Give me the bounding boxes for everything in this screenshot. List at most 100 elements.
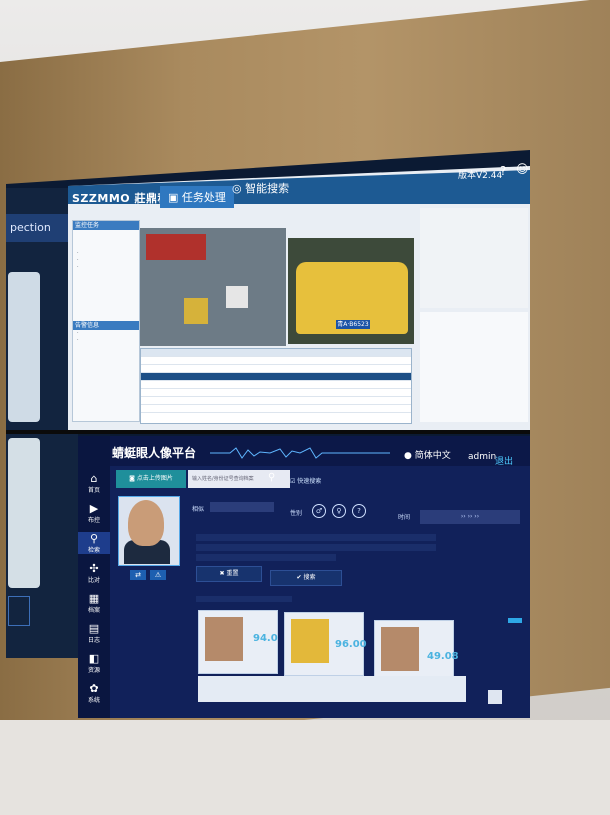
time-label: 时间 <box>398 514 411 521</box>
sidebar-item-label: 系统 <box>87 697 100 704</box>
license-plate: 青A·B6523 <box>336 320 370 329</box>
sidebar-item-log[interactable]: ▤ 日志 <box>78 622 110 644</box>
sidebar-item-label: 资源 <box>87 667 100 674</box>
play-icon: ▶ <box>89 502 99 515</box>
replace-image-button[interactable]: ⇄ <box>130 570 146 580</box>
list-item[interactable]: · <box>73 250 139 257</box>
upload-label: 点击上传图片 <box>136 475 173 482</box>
record-table <box>140 348 412 424</box>
logout-link[interactable]: 退出 <box>495 454 513 467</box>
user-icon[interactable]: ☺ <box>516 162 529 176</box>
tab-smart-search[interactable]: ◎ 智能搜索 <box>232 180 289 196</box>
similarity-score: 94.0 <box>253 633 278 644</box>
upload-image-button[interactable]: ◙ 点击上传图片 <box>116 470 186 488</box>
panel-toolbar <box>73 230 139 250</box>
search-icon: ⚲ <box>89 532 99 545</box>
home-icon: ⌂ <box>90 472 98 485</box>
result-face-photo <box>205 617 243 661</box>
wall-lower <box>0 720 610 815</box>
table-row[interactable] <box>141 405 411 413</box>
username: admin <box>468 452 497 462</box>
wave-decoration <box>210 447 390 459</box>
device-tree-panel <box>420 312 528 422</box>
compare-icon: ✣ <box>89 562 99 575</box>
table-row[interactable] <box>141 381 411 389</box>
monitor-task-panel: 监控任务 · · · 告警信息 · · <box>72 220 140 422</box>
screen-seam <box>6 430 530 434</box>
trash-icon[interactable] <box>488 690 502 704</box>
result-face-photo <box>381 627 419 671</box>
male-icon[interactable]: ♂ <box>312 504 326 518</box>
sidebar-item-control[interactable]: ▶ 布控 <box>78 502 110 524</box>
camera-feed-street[interactable] <box>140 228 286 346</box>
export-link[interactable] <box>508 618 522 623</box>
sidebar-item-resource[interactable]: ◧ 资源 <box>78 652 110 674</box>
result-face-photo <box>291 619 329 663</box>
filter-options <box>196 534 436 562</box>
left-screen-tab[interactable]: pection <box>6 214 70 242</box>
sidebar-item-search[interactable]: ⚲ 检索 <box>78 532 110 554</box>
reset-button[interactable]: ✖ 重置 <box>196 566 262 582</box>
fast-search-label: 快速搜索 <box>297 478 322 485</box>
sidebar-item-compare[interactable]: ✣ 比对 <box>78 562 110 584</box>
similarity-label: 相似 <box>192 506 205 513</box>
calendar-icon: ▣ <box>168 191 182 204</box>
result-summary <box>196 596 292 602</box>
sidebar-item-label: 首页 <box>87 487 100 494</box>
list-item[interactable]: · <box>73 264 139 271</box>
table-row[interactable] <box>141 397 411 405</box>
bus <box>146 234 206 260</box>
sidebar-item-archive[interactable]: ▦ 档案 <box>78 592 110 614</box>
result-card[interactable]: 49.08 <box>374 620 459 684</box>
grid-icon: ▦ <box>88 592 100 605</box>
filter-row[interactable] <box>196 544 436 551</box>
table-header <box>141 349 411 357</box>
globe-icon: ◎ <box>232 182 246 195</box>
result-card[interactable]: 94.0 <box>198 610 278 674</box>
filter-row[interactable] <box>196 534 436 541</box>
unknown-gender-icon[interactable]: ? <box>352 504 366 518</box>
tab-task-processing[interactable]: ▣ 任务处理 <box>160 186 234 208</box>
tab-label: 智能搜索 <box>245 182 290 195</box>
left-screen-button[interactable] <box>8 596 30 626</box>
filter-panel <box>420 208 528 308</box>
sidebar-item-home[interactable]: ⌂ 首页 <box>78 472 110 494</box>
filter-row[interactable] <box>196 554 336 561</box>
gear-icon: ✿ <box>89 682 99 695</box>
result-card-row-2[interactable] <box>198 676 466 702</box>
table-row[interactable] <box>141 357 411 365</box>
platform-title: 蜻蜓眼人像平台 <box>112 446 197 460</box>
similarity-range-input[interactable] <box>210 502 274 512</box>
sidebar-item-label: 布控 <box>87 517 100 524</box>
similarity-score: 49.08 <box>427 651 459 662</box>
table-row-selected[interactable] <box>141 373 411 381</box>
similarity-score: 96.00 <box>335 639 367 650</box>
sidebar-item-system[interactable]: ✿ 系统 <box>78 682 110 704</box>
warning-button[interactable]: ⚠ <box>150 570 166 580</box>
left-map-panel <box>8 272 40 422</box>
table-row[interactable] <box>141 389 411 397</box>
taxi-car <box>184 298 208 324</box>
search-button[interactable]: ✔ 搜索 <box>270 570 342 586</box>
language-switch[interactable]: ● 简体中文 <box>404 448 451 461</box>
sidebar-item-label: 日志 <box>87 637 100 644</box>
globe-icon: ● <box>404 451 415 461</box>
gender-label: 性别 <box>290 510 303 517</box>
result-card[interactable]: 96.00 <box>284 612 367 676</box>
sidebar-item-label: 检索 <box>87 547 100 554</box>
sidebar: ⌂ 首页 ▶ 布控 ⚲ 检索 ✣ 比对 ▦ 档案 ▤ 日志 ◧ 资源 ✿ 系统 <box>78 436 110 718</box>
sidebar-item-label: 档案 <box>87 607 100 614</box>
search-icon[interactable]: ⚲ <box>268 472 275 483</box>
document-icon: ▤ <box>88 622 100 635</box>
query-face-photo <box>128 500 164 546</box>
list-item[interactable]: · <box>73 330 139 337</box>
tab-label: 任务处理 <box>181 191 226 204</box>
female-icon[interactable]: ♀ <box>332 504 346 518</box>
fast-search-checkbox[interactable]: ☑ 快速搜索 <box>290 476 321 485</box>
time-range-selector[interactable]: ›› ›› ›› <box>420 510 520 524</box>
table-row[interactable] <box>141 365 411 373</box>
help-icon[interactable]: ? <box>500 164 506 178</box>
list-item[interactable]: · <box>73 337 139 344</box>
language-label: 简体中文 <box>414 451 451 461</box>
list-item[interactable]: · <box>73 257 139 264</box>
